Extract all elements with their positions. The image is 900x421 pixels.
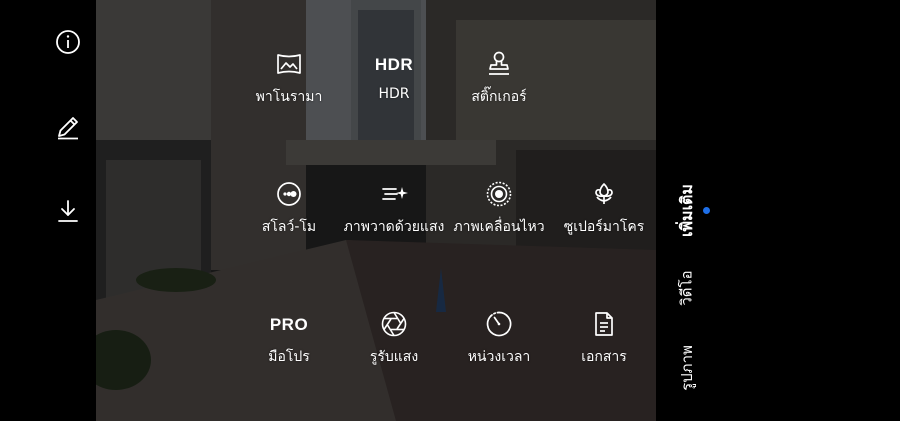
tab-more-label: เพิ่มเติม <box>676 183 696 237</box>
mode-label: มือโปร <box>268 349 310 365</box>
tab-more[interactable]: เพิ่มเติม <box>667 170 707 250</box>
light-painting-icon <box>382 187 408 200</box>
mode-label: HDR <box>378 86 410 102</box>
info-icon <box>56 30 80 54</box>
sticker-icon <box>489 51 509 75</box>
mode-label: เอกสาร <box>581 349 627 365</box>
mode-label: รูรับแสง <box>369 349 419 365</box>
mode-aperture[interactable]: รูรับแสง <box>339 304 449 368</box>
mode-label: สโลว์-โม <box>261 219 317 235</box>
mode-label: หน่วงเวลา <box>467 349 531 365</box>
mode-hdr[interactable]: HDR HDR <box>339 44 449 102</box>
mode-pro[interactable]: PRO มือโปร <box>234 304 344 368</box>
mode-label: ซูเปอร์มาโคร <box>563 219 645 235</box>
active-tab-indicator <box>703 207 710 214</box>
edit-icon <box>58 117 78 140</box>
camera-more-modes-screen: พาโนรามา HDR HDR สติ๊กเกอร์ สโลว์-โม ภาพ… <box>0 0 900 421</box>
mode-panorama[interactable]: พาโนรามา <box>234 44 344 108</box>
mode-label: ภาพวาดด้วยแสง <box>343 219 445 235</box>
super-macro-icon <box>595 183 613 204</box>
aperture-icon <box>381 311 407 337</box>
mode-document[interactable]: เอกสาร <box>549 304 659 368</box>
panorama-icon <box>277 54 301 74</box>
tab-video-label: วิดีโอ <box>677 270 696 306</box>
mode-label: พาโนรามา <box>255 89 323 105</box>
tab-photo-label: รูปภาพ <box>678 345 696 391</box>
download-icon <box>58 200 78 222</box>
mode-light-painting[interactable]: ภาพวาดด้วยแสง <box>339 174 449 238</box>
tab-video[interactable]: วิดีโอ <box>667 258 707 318</box>
mode-timelapse[interactable]: หน่วงเวลา <box>444 304 554 368</box>
mode-slow-motion[interactable]: สโลว์-โม <box>234 174 344 238</box>
edit-modes-button[interactable] <box>50 109 86 145</box>
slow-motion-icon <box>277 182 301 206</box>
mode-label: สติ๊กเกอร์ <box>471 89 527 105</box>
mode-sticker[interactable]: สติ๊กเกอร์ <box>444 44 554 108</box>
tab-photo[interactable]: รูปภาพ <box>667 332 707 404</box>
pro-icon: PRO <box>269 315 309 334</box>
hdr-icon: HDR <box>374 55 414 74</box>
download-modes-button[interactable] <box>50 193 86 229</box>
mode-super-macro[interactable]: ซูเปอร์มาโคร <box>549 174 659 238</box>
document-icon <box>595 312 613 336</box>
left-control-rail <box>0 0 96 421</box>
mode-moving-picture[interactable]: ภาพเคลื่อนไหว <box>444 174 554 238</box>
timelapse-icon <box>486 311 512 337</box>
info-button[interactable] <box>50 24 86 60</box>
mode-label: ภาพเคลื่อนไหว <box>453 219 545 235</box>
moving-picture-icon <box>486 181 512 207</box>
